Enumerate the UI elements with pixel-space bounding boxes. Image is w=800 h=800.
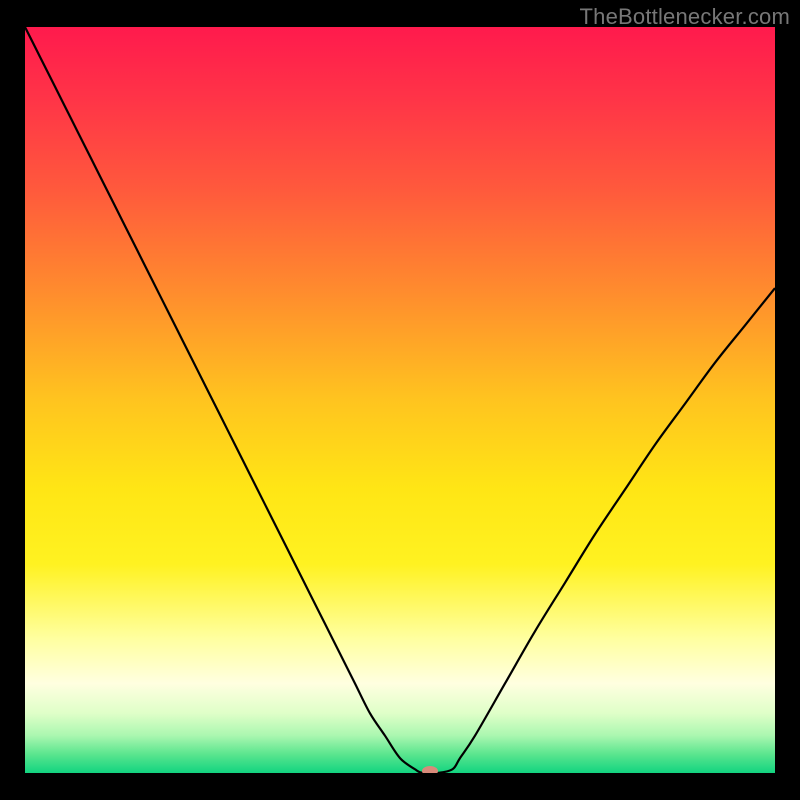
chart-frame: TheBottlenecker.com	[0, 0, 800, 800]
gradient-background	[25, 27, 775, 773]
plot-area	[25, 27, 775, 773]
bottleneck-chart-svg	[25, 27, 775, 773]
watermark-text: TheBottlenecker.com	[580, 4, 790, 30]
